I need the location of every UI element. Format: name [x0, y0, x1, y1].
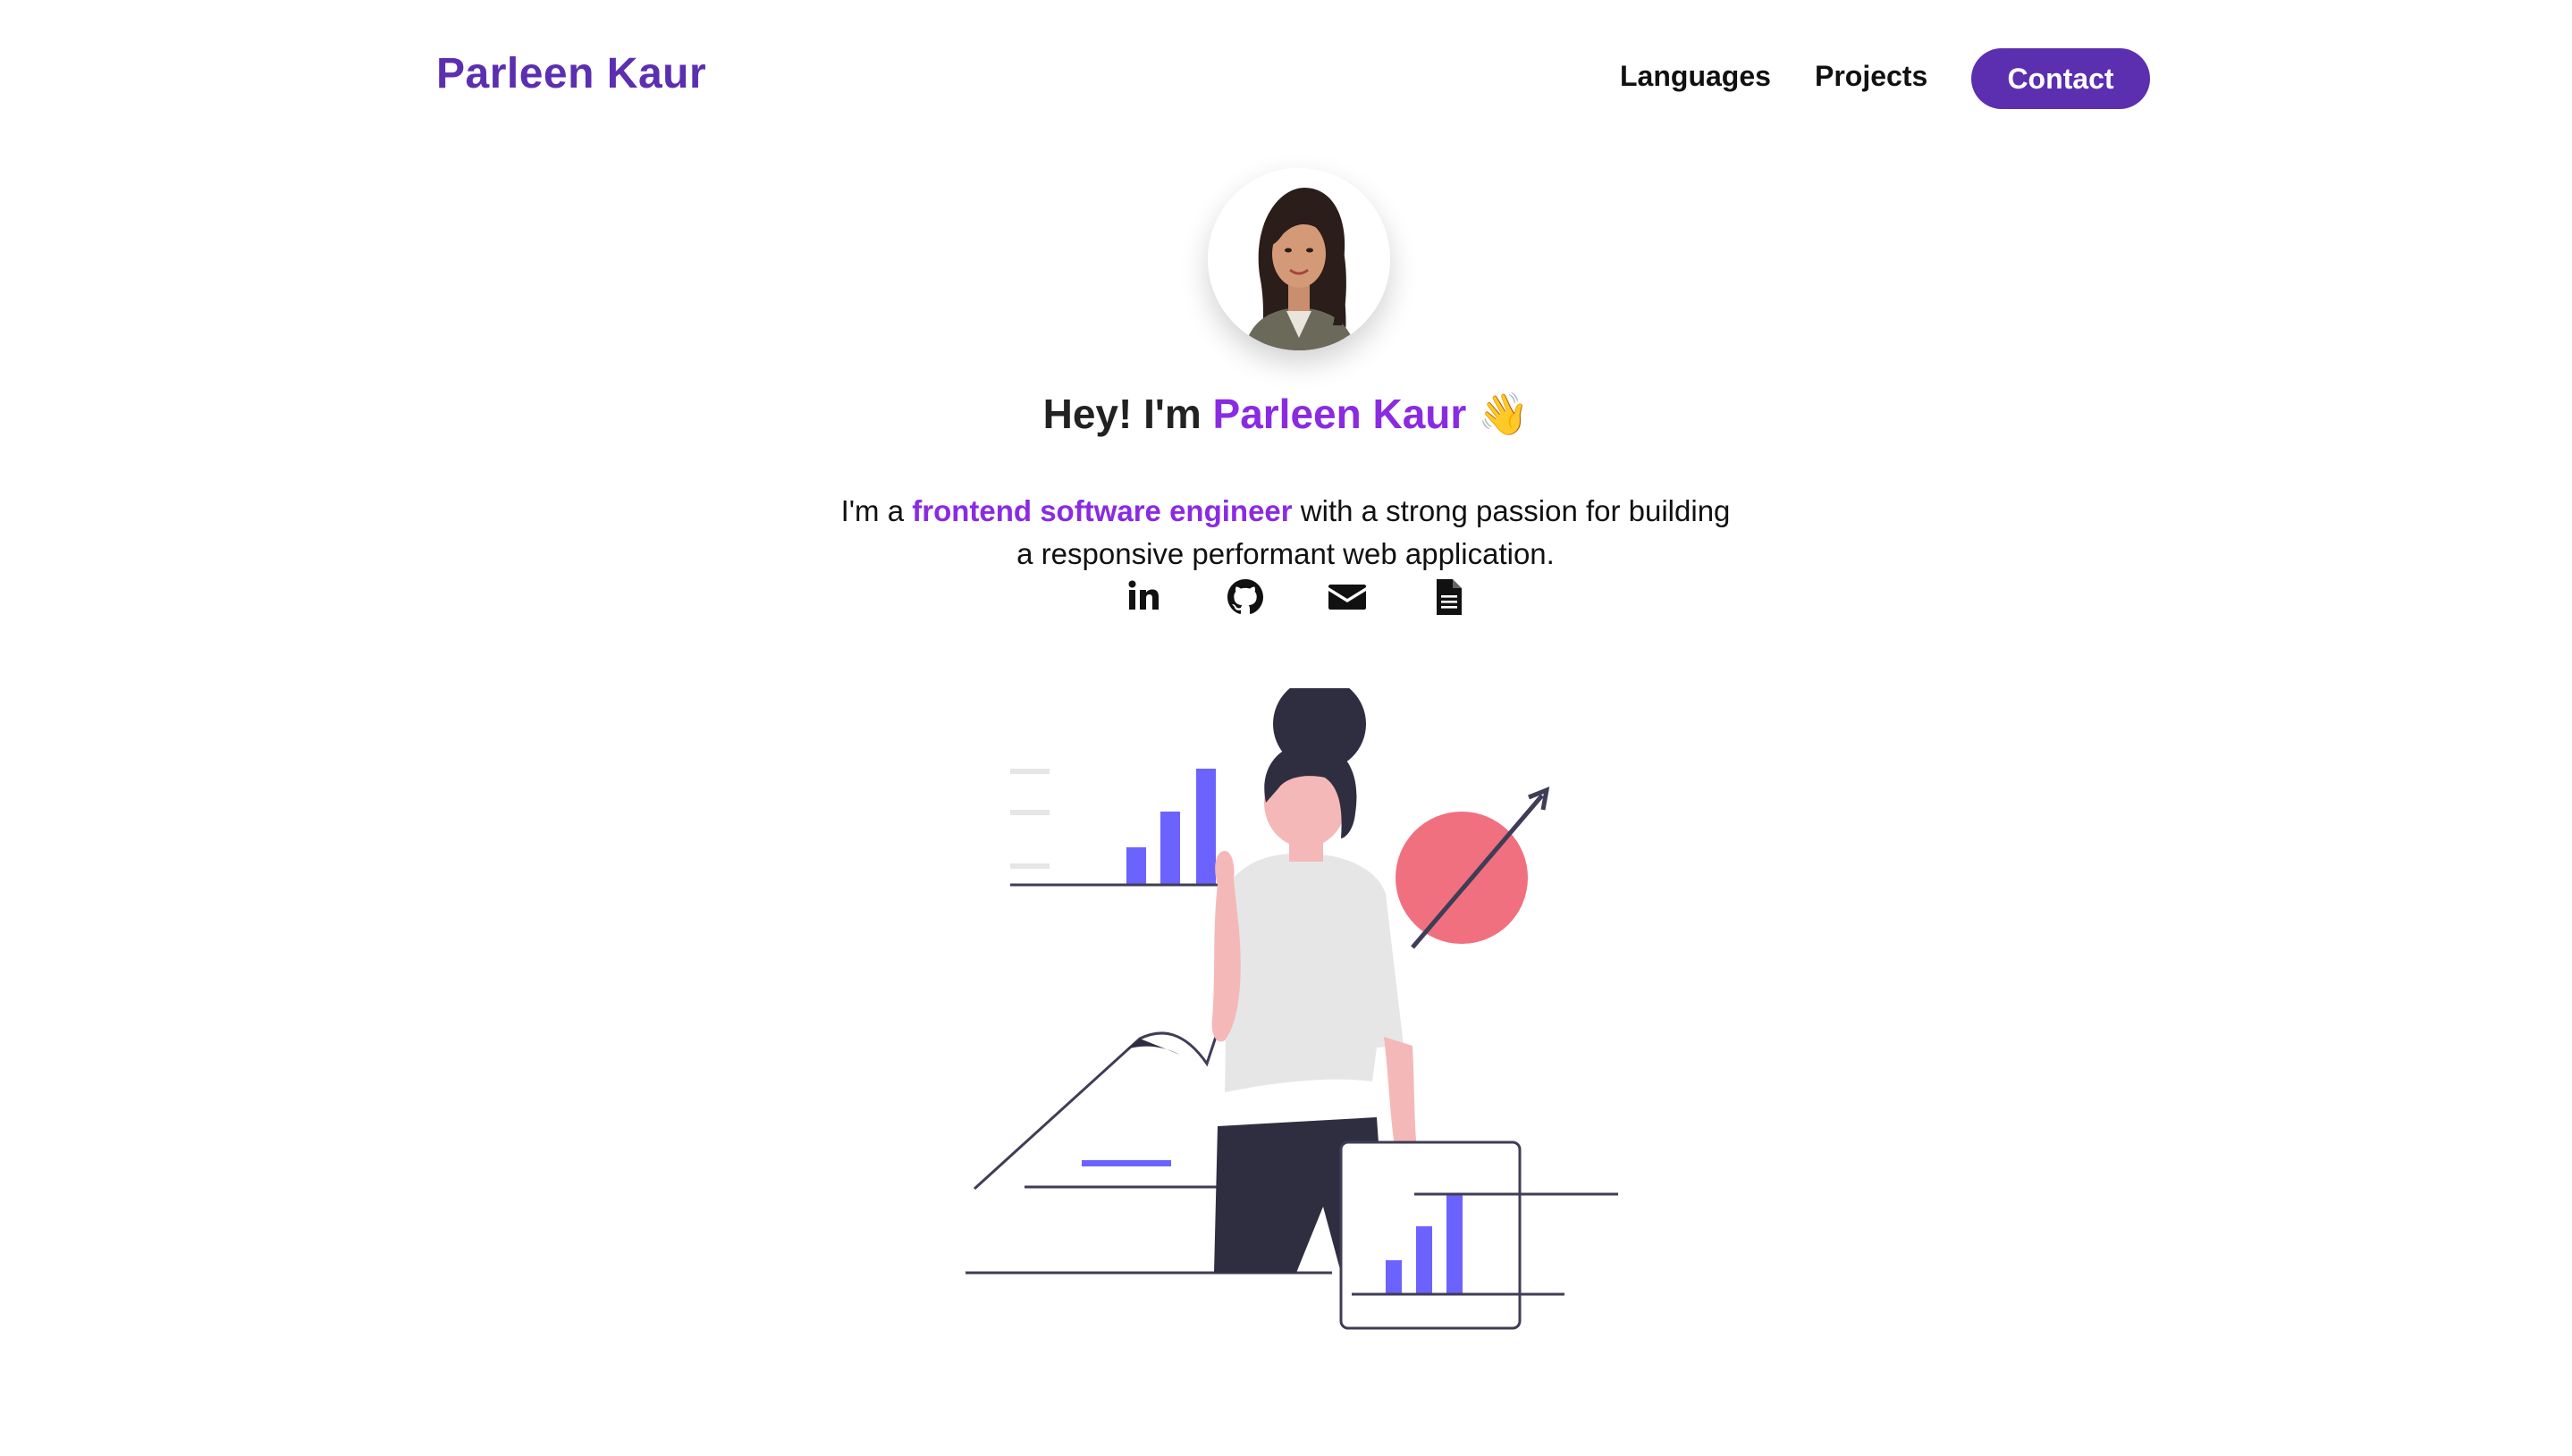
hero-name: Parleen Kaur	[1212, 391, 1467, 437]
bar-chart-graphic	[1010, 769, 1234, 887]
hero-illustration	[957, 678, 1636, 1350]
linkedin-icon[interactable]	[1122, 576, 1165, 619]
email-icon[interactable]	[1326, 576, 1369, 619]
hero-heading: Hey! I'm Parleen Kaur 👋	[0, 390, 2572, 439]
growth-circle	[1396, 812, 1528, 944]
greeting-text: Hey! I'm	[1042, 391, 1213, 437]
profile-avatar	[1208, 168, 1390, 350]
bio-highlight: frontend software engineer	[912, 494, 1293, 527]
resume-icon[interactable]	[1428, 576, 1471, 619]
brand-logo[interactable]: Parleen Kaur	[436, 48, 706, 100]
bio-prefix: I'm a	[840, 494, 913, 527]
contact-button[interactable]: Contact	[1971, 48, 2150, 109]
nav-link-projects[interactable]: Projects	[1815, 59, 1927, 93]
nav-link-languages[interactable]: Languages	[1620, 59, 1771, 93]
github-icon[interactable]	[1224, 576, 1267, 619]
waving-hand-icon: 👋	[1478, 390, 1530, 438]
bio-text: I'm a frontend software engineer with a …	[839, 490, 1733, 576]
top-navbar: Parleen Kaur Languages Projects Contact	[0, 0, 2572, 157]
